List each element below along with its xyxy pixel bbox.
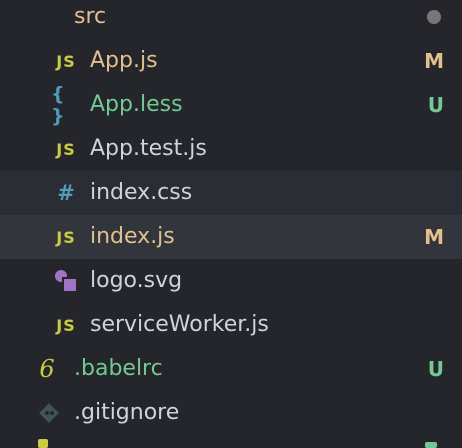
file-label: App.less	[90, 92, 183, 117]
less-icon: { }	[51, 83, 66, 127]
file-label: App.test.js	[90, 136, 207, 161]
git-status-badge: M	[424, 49, 444, 73]
js-icon: JS	[56, 139, 76, 159]
file-label: serviceWorker.js	[90, 312, 269, 337]
file-index-css[interactable]: # index.css	[0, 171, 462, 215]
file-label: .babelrc	[74, 356, 163, 381]
partial-icon	[38, 439, 48, 448]
git-status-badge: U	[427, 93, 444, 117]
git-status-badge: U	[427, 357, 444, 381]
folder-label: src	[74, 4, 107, 29]
file-label: App.js	[90, 48, 158, 73]
file-app-test-js[interactable]: JS App.test.js	[0, 127, 462, 171]
file-gitignore[interactable]: .gitignore	[0, 391, 462, 435]
svg-icon	[52, 259, 80, 303]
file-label: .gitignore	[74, 400, 180, 425]
file-index-js[interactable]: JS index.js M	[0, 215, 462, 259]
file-app-js[interactable]: JS App.js M	[0, 39, 462, 83]
file-serviceworker-js[interactable]: JS serviceWorker.js	[0, 303, 462, 347]
js-icon: JS	[56, 51, 76, 71]
file-next-partial[interactable]	[0, 435, 462, 448]
file-babelrc[interactable]: 6 .babelrc U	[0, 347, 462, 391]
file-logo-svg[interactable]: logo.svg	[0, 259, 462, 303]
file-label: index.css	[90, 180, 193, 205]
file-label: index.js	[90, 224, 175, 249]
modified-dot-icon	[427, 10, 441, 24]
file-app-less[interactable]: { } App.less U	[0, 83, 462, 127]
git-icon	[36, 391, 62, 435]
partial-badge	[425, 442, 437, 448]
css-icon: #	[57, 181, 75, 205]
file-explorer: src JS App.js M { } App.less U JS App.te…	[0, 0, 462, 448]
folder-src[interactable]: src	[0, 0, 462, 39]
git-status-badge: M	[424, 225, 444, 249]
file-label: logo.svg	[90, 268, 183, 293]
babel-icon: 6	[39, 355, 55, 383]
js-icon: JS	[56, 315, 76, 335]
js-icon: JS	[56, 227, 76, 247]
